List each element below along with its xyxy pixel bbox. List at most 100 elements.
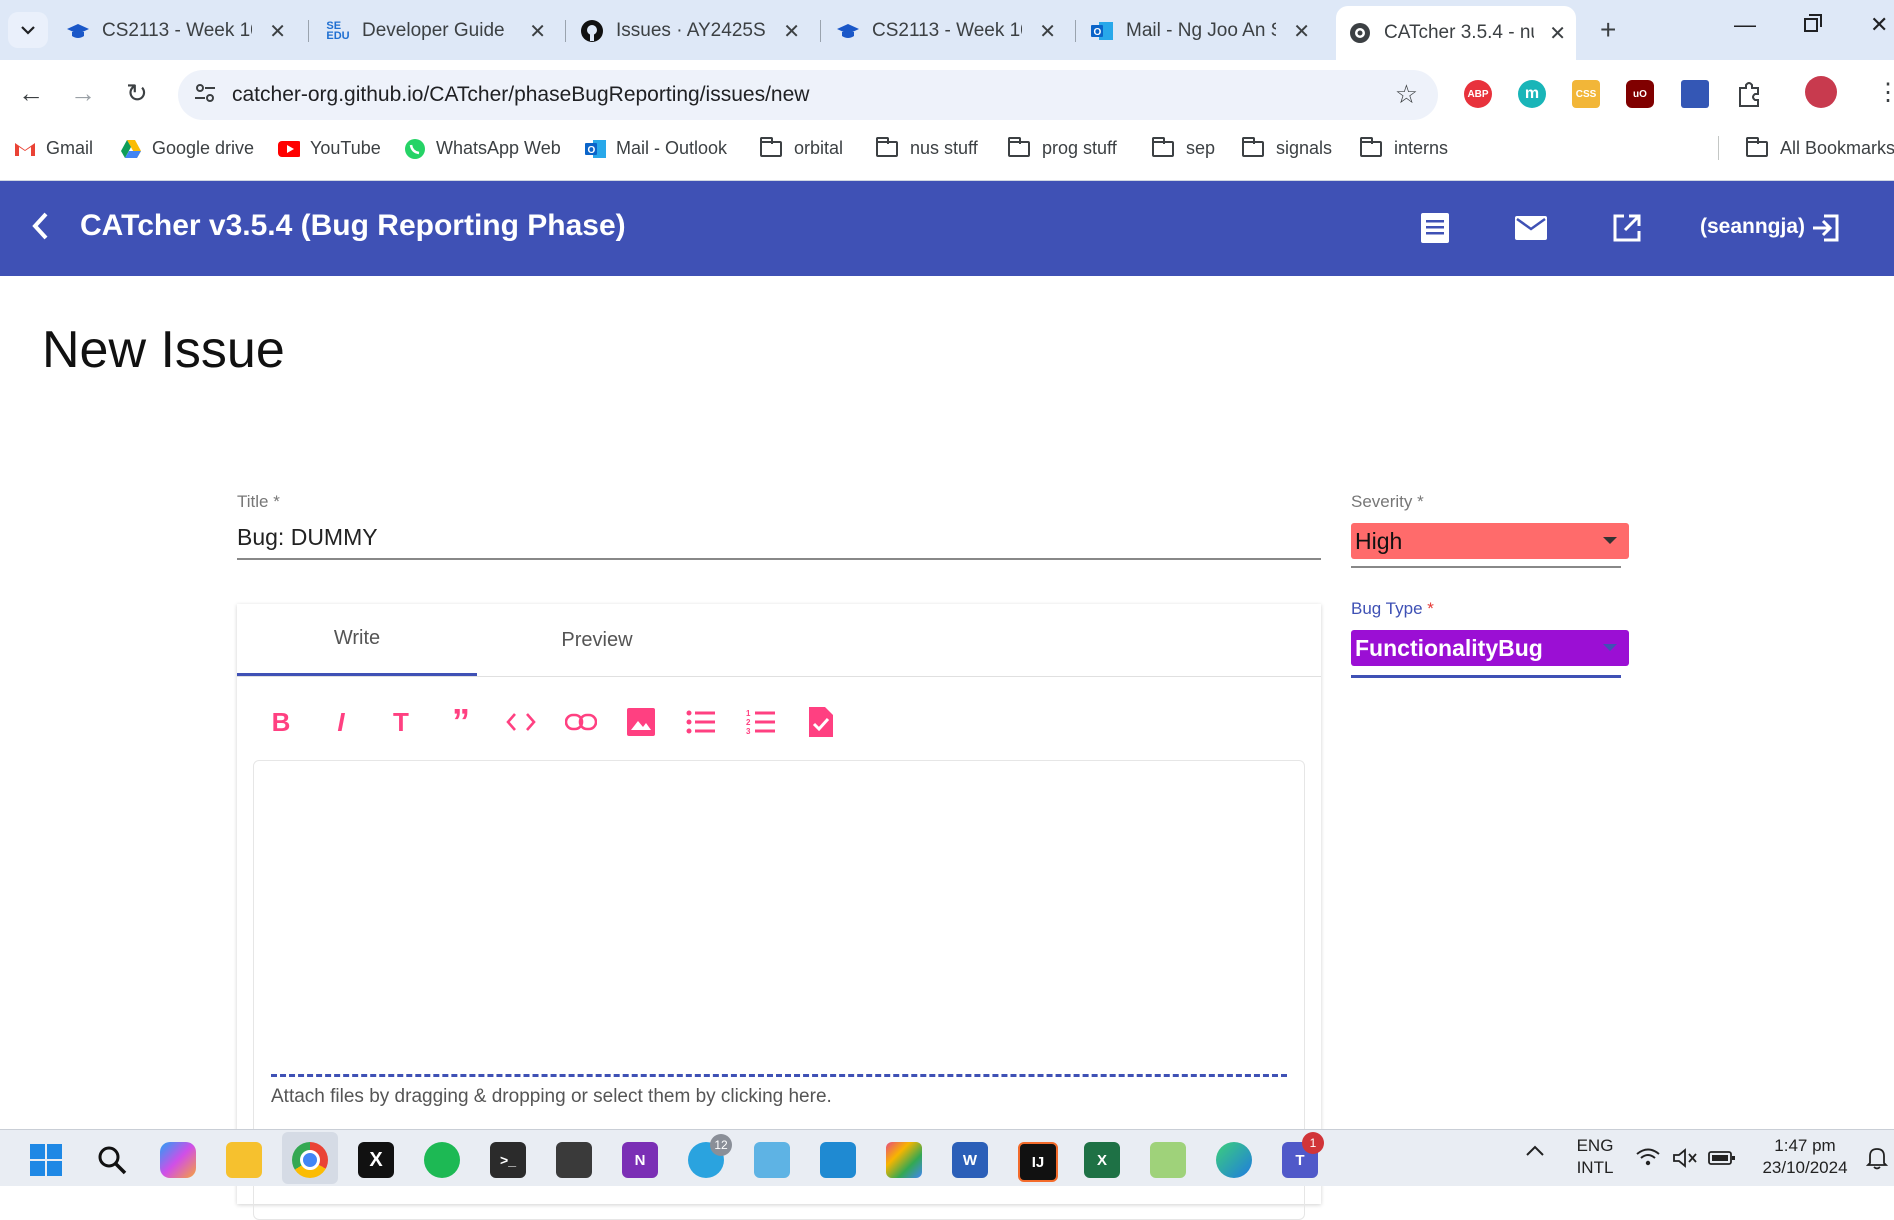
browser-tab-active[interactable]: CATcher 3.5.4 - nus ✕ [1336, 6, 1576, 60]
issues-list-icon[interactable] [1418, 211, 1452, 245]
adblock-plus-icon[interactable]: ABP [1464, 80, 1492, 108]
copilot-icon[interactable] [160, 1142, 196, 1178]
notification-bell-icon[interactable] [1865, 1146, 1889, 1175]
site-info-icon[interactable] [194, 82, 216, 110]
tab-write[interactable]: Write [237, 604, 477, 676]
bookmark-label: Gmail [46, 138, 94, 158]
bookmark-folder[interactable]: interns [1360, 136, 1448, 159]
x-app-icon[interactable]: X [358, 1142, 394, 1178]
code-icon[interactable] [503, 704, 539, 740]
notepad-icon[interactable] [754, 1142, 790, 1178]
logout-icon[interactable] [1808, 211, 1842, 245]
back-chevron-icon[interactable] [30, 211, 50, 250]
bookmark-item[interactable]: Google drive [120, 138, 254, 159]
tab-preview[interactable]: Preview [477, 604, 717, 676]
chrome-icon[interactable] [292, 1142, 328, 1178]
css-extension-icon[interactable]: CSS [1572, 80, 1600, 108]
italic-icon[interactable]: I [323, 704, 359, 740]
link-icon[interactable] [563, 704, 599, 740]
bookmark-item[interactable]: O Mail - Outlook [584, 138, 727, 159]
bookmark-item[interactable]: Gmail [14, 138, 93, 159]
more-menu-icon[interactable]: ⋮ [1876, 78, 1894, 107]
onenote-icon[interactable]: N [622, 1142, 658, 1178]
terminal-icon[interactable]: >_ [490, 1142, 526, 1178]
new-tab-button[interactable]: + [1600, 14, 1616, 46]
bookmark-folder[interactable]: signals [1242, 136, 1332, 159]
windows-start-icon[interactable] [28, 1142, 64, 1178]
close-icon[interactable]: ✕ [269, 19, 286, 44]
back-icon[interactable]: ← [18, 78, 44, 109]
file-explorer-icon[interactable] [226, 1142, 262, 1178]
folder-icon [1242, 136, 1264, 157]
clock[interactable]: 1:47 pm 23/10/2024 [1750, 1135, 1860, 1179]
bookmark-folder[interactable]: orbital [760, 136, 843, 159]
dropdown-arrow-icon [1603, 644, 1617, 651]
numbered-list-icon[interactable]: 123 [743, 704, 779, 740]
m-extension-icon[interactable]: m [1518, 80, 1546, 108]
url-text[interactable]: catcher-org.github.io/CATcher/phaseBugRe… [232, 83, 809, 107]
tab-search-button[interactable] [8, 12, 48, 48]
bugtype-label: Bug Type * [1351, 599, 1434, 619]
wifi-icon[interactable] [1636, 1148, 1660, 1171]
minimize-icon[interactable]: — [1734, 12, 1756, 38]
open-external-icon[interactable] [1610, 211, 1644, 245]
vscode-icon[interactable] [820, 1142, 856, 1178]
bulleted-list-icon[interactable] [683, 704, 719, 740]
browser-tab[interactable]: O Mail - Ng Joo An S ✕ [1090, 10, 1320, 52]
app-header: CATcher v3.5.4 (Bug Reporting Phase) (se… [0, 181, 1894, 276]
word-icon[interactable]: W [952, 1142, 988, 1178]
language-indicator[interactable]: ENG INTL [1570, 1135, 1620, 1179]
close-icon[interactable]: ✕ [783, 19, 800, 44]
edge-icon[interactable] [1216, 1142, 1252, 1178]
tab-separator [565, 20, 566, 42]
task-list-icon[interactable] [803, 704, 839, 740]
search-icon[interactable] [94, 1142, 130, 1178]
profile-avatar[interactable] [1805, 76, 1837, 108]
git-app-icon[interactable] [886, 1142, 922, 1178]
reload-icon[interactable]: ↻ [126, 78, 148, 109]
speaker-muted-icon[interactable] [1672, 1148, 1698, 1173]
close-icon[interactable]: ✕ [1293, 19, 1310, 44]
reader-extension-icon[interactable] [1681, 80, 1709, 108]
whatsapp-icon [404, 138, 426, 159]
address-bar[interactable]: catcher-org.github.io/CATcher/phaseBugRe… [178, 70, 1438, 120]
close-icon[interactable]: ✕ [1039, 19, 1056, 44]
image-icon[interactable] [623, 704, 659, 740]
quote-icon[interactable]: ” [443, 701, 479, 742]
intellij-icon[interactable]: IJ [1018, 1142, 1058, 1182]
heading-icon[interactable]: T [383, 704, 419, 740]
spotify-icon[interactable] [424, 1142, 460, 1178]
browser-tab[interactable]: SE EDU Developer Guide ✕ [326, 10, 556, 52]
attach-files-dropzone[interactable]: Attach files by dragging & dropping or s… [271, 1086, 832, 1108]
close-icon[interactable]: ✕ [1549, 21, 1566, 46]
bugtype-select[interactable]: FunctionalityBug [1351, 630, 1629, 666]
bookmark-folder[interactable]: prog stuff [1008, 136, 1117, 159]
bold-icon[interactable]: B [263, 704, 299, 740]
browser-tab[interactable]: Issues · AY2425S1- ✕ [580, 10, 810, 52]
ublock-origin-icon[interactable]: uO [1626, 80, 1654, 108]
bugtype-label-text: Bug Type [1351, 599, 1423, 618]
close-icon[interactable]: ✕ [529, 19, 546, 44]
close-window-icon[interactable]: ✕ [1870, 12, 1888, 38]
command-prompt-icon[interactable] [556, 1142, 592, 1178]
forward-icon[interactable]: → [70, 78, 96, 109]
bookmark-folder[interactable]: sep [1152, 136, 1215, 159]
graduation-cap-icon [66, 19, 90, 43]
restore-icon[interactable] [1804, 12, 1822, 38]
mail-icon[interactable] [1514, 211, 1548, 245]
paint-icon[interactable] [1150, 1142, 1186, 1178]
battery-icon[interactable] [1708, 1150, 1736, 1171]
excel-icon[interactable]: X [1084, 1142, 1120, 1178]
bookmark-star-icon[interactable]: ☆ [1395, 79, 1418, 110]
browser-tab[interactable]: CS2113 - Week 10 ✕ [836, 10, 1066, 52]
svg-text:3: 3 [746, 727, 751, 735]
puzzle-extensions-icon[interactable] [1736, 80, 1764, 113]
bookmark-folder[interactable]: nus stuff [876, 136, 978, 159]
bookmark-item[interactable]: YouTube [278, 138, 381, 159]
bookmark-item[interactable]: WhatsApp Web [404, 138, 561, 159]
browser-tab[interactable]: CS2113 - Week 10 ✕ [66, 10, 296, 52]
tray-chevron-up-icon[interactable] [1526, 1144, 1544, 1162]
title-input[interactable]: Bug: DUMMY [237, 524, 378, 551]
all-bookmarks-folder[interactable]: All Bookmarks [1746, 136, 1894, 159]
severity-select[interactable]: High [1351, 523, 1629, 559]
